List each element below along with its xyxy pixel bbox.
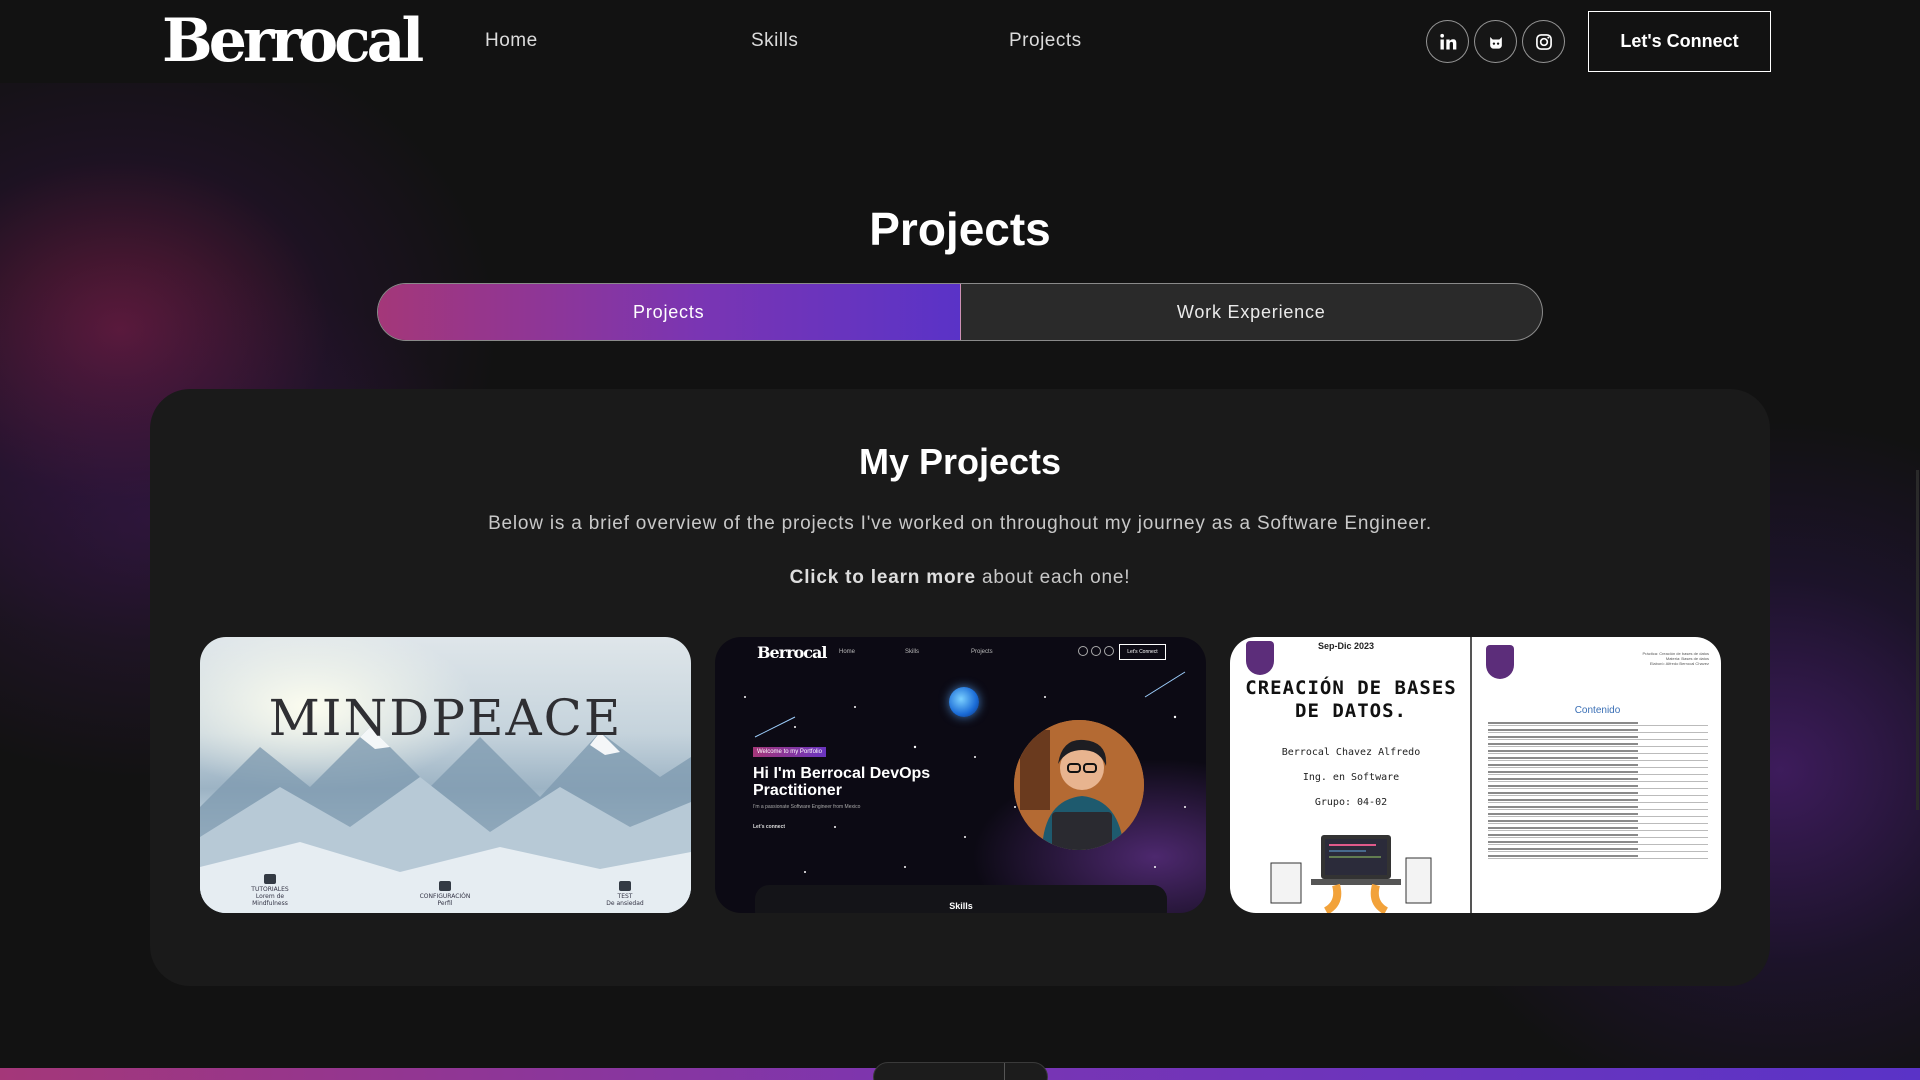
portfolio-nav-skills: Skills <box>905 649 920 655</box>
portfolio-skills-panel: Skills <box>755 885 1167 913</box>
scrollbar[interactable] <box>1916 470 1919 810</box>
db-cover-page: Sep-Dic 2023 CREACIÓN DE BASES DE DATOS.… <box>1230 637 1472 913</box>
db-meta: Práctica: Creación de bases de datos Mat… <box>1642 651 1709 666</box>
github-icon[interactable] <box>1474 20 1517 63</box>
card-description: Below is a brief overview of the project… <box>488 513 1432 534</box>
portfolio-connect-button: Let's Connect <box>1119 644 1166 660</box>
portfolio-instagram-icon <box>1104 646 1114 656</box>
portfolio-linkedin-icon <box>1078 646 1088 656</box>
navbar: Berrocal Home Skills Projects Let's Conn… <box>0 0 1920 83</box>
logo[interactable]: Berrocal <box>162 6 424 76</box>
portfolio-github-icon <box>1091 646 1101 656</box>
project-thumbnail-mindpeace[interactable]: MINDPEACE TUTORIALES Lorem de Mindfulness… <box>200 637 691 913</box>
mindpeace-menu-test: TEST De ansiedad <box>595 881 655 907</box>
project-thumbnail-portfolio[interactable]: Berrocal Home Skills Projects Let's Conn… <box>715 637 1206 913</box>
planet-icon <box>949 687 979 717</box>
tab-work-experience[interactable]: Work Experience <box>961 284 1543 340</box>
mindpeace-menu-tutorials: TUTORIALES Lorem de Mindfulness <box>240 874 300 907</box>
db-title: CREACIÓN DE BASES DE DATOS. <box>1245 677 1457 722</box>
db-contents-title: Contenido <box>1574 705 1621 716</box>
nav-link-projects[interactable]: Projects <box>1009 30 1082 52</box>
db-career: Ing. en Software <box>1302 772 1400 783</box>
nav-link-skills[interactable]: Skills <box>751 30 798 52</box>
db-contents-page: Práctica: Creación de bases de datos Mat… <box>1474 637 1721 913</box>
nav-link-home[interactable]: Home <box>485 30 538 52</box>
projects-card: My Projects Below is a brief overview of… <box>150 389 1770 986</box>
cta-bold-text: Click to learn more <box>789 567 976 588</box>
portfolio-nav-projects: Projects <box>971 649 993 655</box>
tab-switcher: Projects Work Experience <box>377 283 1543 341</box>
mountain-illustration <box>200 727 691 913</box>
portfolio-headline: Hi I'm Berrocal DevOps Practitioner <box>753 765 931 799</box>
section-title: Projects <box>869 203 1051 255</box>
db-group: Grupo: 04-02 <box>1314 797 1388 808</box>
portfolio-connect-link: Let's connect <box>753 824 786 830</box>
mindpeace-menu-config: CONFIGURACIÓN Perfil <box>415 881 475 907</box>
laptop-illustration <box>1270 835 1432 913</box>
cta-rest-text: about each one! <box>975 567 1131 588</box>
bottom-dock[interactable] <box>873 1062 1048 1080</box>
tab-projects[interactable]: Projects <box>378 284 961 340</box>
db-date: Sep-Dic 2023 <box>1318 641 1375 651</box>
mindpeace-title: MINDPEACE <box>268 689 623 747</box>
db-author: Berrocal Chavez Alfredo <box>1281 747 1421 758</box>
instagram-icon[interactable] <box>1522 20 1565 63</box>
card-title: My Projects <box>858 441 1062 482</box>
portfolio-logo: Berrocal <box>757 643 827 662</box>
lets-connect-button[interactable]: Let's Connect <box>1588 11 1771 72</box>
portfolio-avatar <box>1014 720 1144 850</box>
university-shield-icon-2 <box>1486 645 1514 679</box>
university-shield-icon <box>1246 641 1274 675</box>
project-thumbnail-database[interactable]: Sep-Dic 2023 CREACIÓN DE BASES DE DATOS.… <box>1230 637 1721 913</box>
portfolio-nav-home: Home <box>839 649 856 655</box>
card-cta-text: Click to learn more about each one! <box>150 567 1770 589</box>
linkedin-icon[interactable] <box>1426 20 1469 63</box>
portfolio-badge: Welcome to my Portfolio <box>753 747 826 757</box>
portfolio-subtitle: I'm a passionate Software Engineer from … <box>753 804 861 810</box>
db-table-of-contents <box>1488 719 1708 859</box>
